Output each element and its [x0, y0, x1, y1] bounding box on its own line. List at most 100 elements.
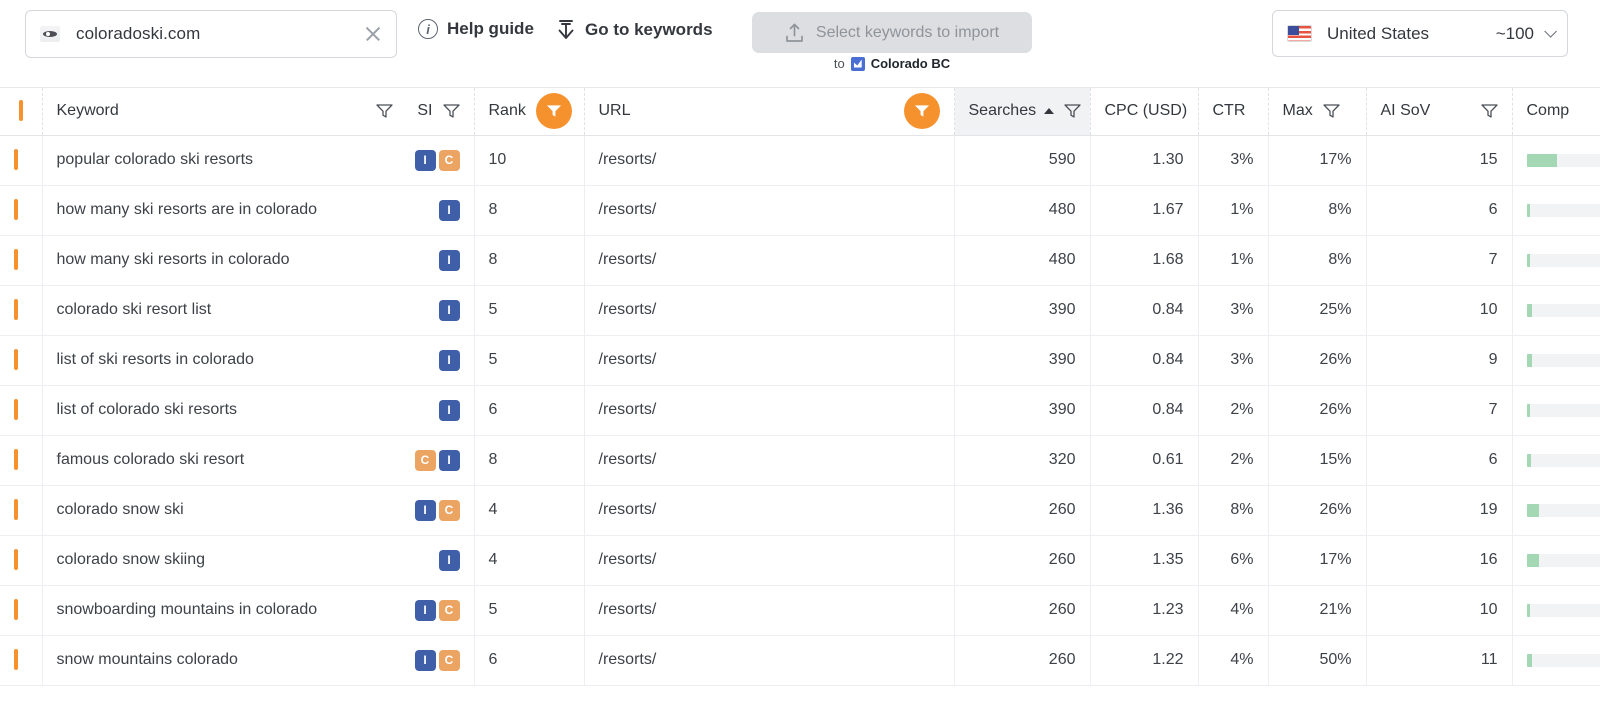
- cell-url[interactable]: /resorts/: [584, 185, 954, 235]
- country-selector[interactable]: United States ~100: [1272, 10, 1568, 57]
- filter-icon-si[interactable]: [443, 104, 460, 118]
- country-name: United States: [1327, 24, 1496, 44]
- column-label-si: SI: [417, 102, 432, 120]
- cell-comp: [1512, 335, 1600, 385]
- cell-searches: 480: [954, 185, 1090, 235]
- filter-icon-url-active[interactable]: [904, 93, 940, 129]
- row-checkbox[interactable]: [14, 149, 18, 170]
- table-row[interactable]: how many ski resorts are in colorado I 8…: [0, 185, 1600, 235]
- comp-bar-track: [1527, 154, 1600, 167]
- table-row[interactable]: list of ski resorts in colorado I 5 /res…: [0, 335, 1600, 385]
- filter-icon-keyword[interactable]: [376, 104, 393, 118]
- cell-url[interactable]: /resorts/: [584, 385, 954, 435]
- cell-searches: 480: [954, 235, 1090, 285]
- cell-keyword[interactable]: snow mountains colorado IC: [42, 635, 474, 685]
- column-header-comp[interactable]: Comp: [1512, 88, 1600, 135]
- table-row[interactable]: colorado ski resort list I 5 /resorts/ 3…: [0, 285, 1600, 335]
- cell-url[interactable]: /resorts/: [584, 485, 954, 535]
- cell-max: 8%: [1268, 235, 1366, 285]
- cell-rank: 4: [474, 535, 584, 585]
- cell-url[interactable]: /resorts/: [584, 535, 954, 585]
- cell-keyword[interactable]: colorado snow skiing I: [42, 535, 474, 585]
- column-header-keyword[interactable]: Keyword SI: [42, 88, 474, 135]
- row-checkbox[interactable]: [14, 399, 18, 420]
- project-icon: [851, 57, 865, 71]
- keyword-text: colorado snow skiing: [57, 551, 206, 569]
- cell-url[interactable]: /resorts/: [584, 135, 954, 185]
- cell-ctr: 4%: [1198, 635, 1268, 685]
- cell-searches: 390: [954, 285, 1090, 335]
- row-select-cell: [0, 335, 42, 385]
- table-row[interactable]: snowboarding mountains in colorado IC 5 …: [0, 585, 1600, 635]
- cell-url[interactable]: /resorts/: [584, 585, 954, 635]
- domain-search-box[interactable]: coloradoski.com: [25, 10, 397, 58]
- row-checkbox[interactable]: [14, 499, 18, 520]
- row-checkbox[interactable]: [14, 249, 18, 270]
- cell-url[interactable]: /resorts/: [584, 285, 954, 335]
- column-header-aisov[interactable]: AI SoV: [1366, 88, 1512, 135]
- cell-url[interactable]: /resorts/: [584, 235, 954, 285]
- cell-max: 17%: [1268, 135, 1366, 185]
- cell-keyword[interactable]: list of colorado ski resorts I: [42, 385, 474, 435]
- column-header-max[interactable]: Max: [1268, 88, 1366, 135]
- cell-keyword[interactable]: colorado snow ski IC: [42, 485, 474, 535]
- table-row[interactable]: how many ski resorts in colorado I 8 /re…: [0, 235, 1600, 285]
- cell-cpc: 0.84: [1090, 335, 1198, 385]
- filter-icon-aisov[interactable]: [1481, 104, 1498, 118]
- table-row[interactable]: colorado snow ski IC 4 /resorts/ 260 1.3…: [0, 485, 1600, 535]
- cell-keyword[interactable]: how many ski resorts are in colorado I: [42, 185, 474, 235]
- row-checkbox[interactable]: [14, 649, 18, 670]
- cell-keyword[interactable]: famous colorado ski resort CI: [42, 435, 474, 485]
- row-checkbox[interactable]: [14, 199, 18, 220]
- cell-keyword[interactable]: snowboarding mountains in colorado IC: [42, 585, 474, 635]
- table-row[interactable]: colorado snow skiing I 4 /resorts/ 260 1…: [0, 535, 1600, 585]
- comp-bar-fill: [1527, 204, 1530, 217]
- si-badge-informational: I: [439, 250, 460, 271]
- table-row[interactable]: snow mountains colorado IC 6 /resorts/ 2…: [0, 635, 1600, 685]
- table-row[interactable]: list of colorado ski resorts I 6 /resort…: [0, 385, 1600, 435]
- row-checkbox[interactable]: [14, 449, 18, 470]
- row-checkbox[interactable]: [14, 549, 18, 570]
- column-header-searches[interactable]: Searches: [954, 88, 1090, 135]
- row-select-cell: [0, 535, 42, 585]
- column-header-rank[interactable]: Rank: [474, 88, 584, 135]
- cell-keyword[interactable]: popular colorado ski resorts IC: [42, 135, 474, 185]
- help-guide-link[interactable]: i Help guide: [418, 19, 534, 39]
- si-badges: I: [439, 550, 460, 571]
- select-all-checkbox[interactable]: [19, 100, 23, 121]
- import-target: to Colorado BC: [752, 56, 1032, 71]
- row-checkbox[interactable]: [14, 299, 18, 320]
- search-input[interactable]: coloradoski.com: [76, 24, 362, 44]
- keywords-table-container[interactable]: Keyword SI Rank: [0, 88, 1600, 708]
- table-row[interactable]: famous colorado ski resort CI 8 /resorts…: [0, 435, 1600, 485]
- row-checkbox[interactable]: [14, 349, 18, 370]
- column-header-url[interactable]: URL: [584, 88, 954, 135]
- go-to-keywords-link[interactable]: Go to keywords: [556, 19, 713, 41]
- close-icon[interactable]: [362, 23, 384, 45]
- cell-searches: 320: [954, 435, 1090, 485]
- cell-aisov: 19: [1366, 485, 1512, 535]
- si-badge-commercial: C: [439, 500, 460, 521]
- cell-max: 26%: [1268, 335, 1366, 385]
- cell-url[interactable]: /resorts/: [584, 335, 954, 385]
- column-header-cpc[interactable]: CPC (USD): [1090, 88, 1198, 135]
- cell-url[interactable]: /resorts/: [584, 635, 954, 685]
- cell-aisov: 10: [1366, 285, 1512, 335]
- si-badge-commercial: C: [439, 150, 460, 171]
- filter-icon-searches[interactable]: [1064, 104, 1081, 118]
- import-keywords-button[interactable]: Select keywords to import: [752, 12, 1032, 53]
- si-badge-informational: I: [439, 400, 460, 421]
- filter-icon-max[interactable]: [1323, 104, 1340, 118]
- cell-aisov: 7: [1366, 385, 1512, 435]
- column-header-ctr[interactable]: CTR: [1198, 88, 1268, 135]
- cell-cpc: 1.35: [1090, 535, 1198, 585]
- cell-keyword[interactable]: colorado ski resort list I: [42, 285, 474, 335]
- cell-url[interactable]: /resorts/: [584, 435, 954, 485]
- filter-icon-rank-active[interactable]: [536, 93, 572, 129]
- cell-keyword[interactable]: list of ski resorts in colorado I: [42, 335, 474, 385]
- table-row[interactable]: popular colorado ski resorts IC 10 /reso…: [0, 135, 1600, 185]
- row-select-cell: [0, 385, 42, 435]
- us-flag-icon: [1287, 25, 1312, 42]
- cell-keyword[interactable]: how many ski resorts in colorado I: [42, 235, 474, 285]
- row-checkbox[interactable]: [14, 599, 18, 620]
